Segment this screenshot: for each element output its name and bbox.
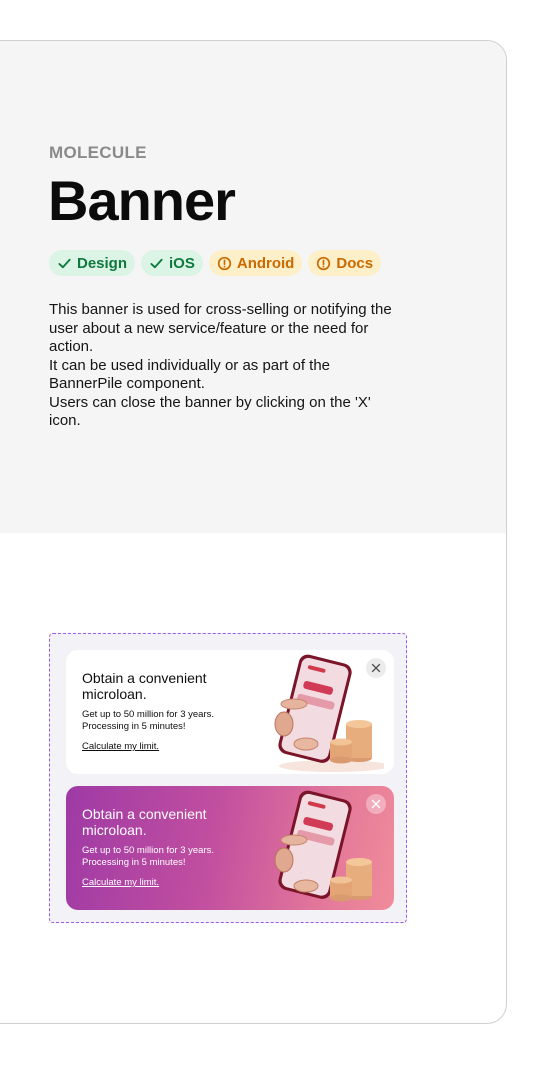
banner-close-button[interactable] xyxy=(366,794,386,814)
tag-label: Design xyxy=(77,254,128,272)
tag-label: Docs xyxy=(336,254,374,272)
alert-circle-icon xyxy=(317,256,331,270)
banner-link[interactable]: Calculate my limit. xyxy=(82,741,159,752)
tag-android: Android xyxy=(208,250,303,276)
banner-title: Obtain a convenient microloan. xyxy=(82,670,207,702)
banner-title: Obtain a convenient microloan. xyxy=(82,806,207,838)
overline-label: MOLECULE xyxy=(49,143,147,162)
banner-white[interactable]: Obtain a convenient microloan. Get up to… xyxy=(66,650,394,774)
tag-ios: iOS xyxy=(141,250,203,276)
tag-docs: Docs xyxy=(308,250,382,276)
banner-subtitle: Get up to 50 million for 3 years. Proces… xyxy=(82,845,215,868)
page-title: Banner xyxy=(48,169,236,232)
banner-subtitle: Get up to 50 million for 3 years. Proces… xyxy=(82,709,215,732)
banner-pink[interactable]: Obtain a convenient microloan. Get up to… xyxy=(66,786,394,910)
component-card: MOLECULE Banner Design iOS Android Docs … xyxy=(0,40,507,1024)
alert-circle-icon xyxy=(217,256,232,270)
tag-label: Android xyxy=(236,254,295,272)
banner-link[interactable]: Calculate my limit. xyxy=(82,877,159,888)
phone-coins-illustration xyxy=(274,790,372,902)
close-icon xyxy=(371,799,381,809)
tag-label: iOS xyxy=(169,254,195,272)
banner-close-button[interactable] xyxy=(366,658,386,678)
status-tags: Design iOS Android Docs xyxy=(49,250,382,276)
description-line: It can be used individually or as part o… xyxy=(49,356,331,393)
phone-coins-illustration xyxy=(274,654,384,772)
close-icon xyxy=(371,663,381,673)
description-line: Users can close the banner by clicking o… xyxy=(49,393,371,430)
check-icon xyxy=(150,258,163,268)
description-line: This banner is used for cross-selling or… xyxy=(49,301,392,355)
component-preview-frame: Obtain a convenient microloan. Get up to… xyxy=(49,633,407,923)
header-section: MOLECULE Banner Design iOS Android Docs … xyxy=(0,41,506,533)
component-description: This banner is used for cross-selling or… xyxy=(49,301,394,431)
check-icon xyxy=(58,258,71,268)
tag-design: Design xyxy=(49,250,136,276)
